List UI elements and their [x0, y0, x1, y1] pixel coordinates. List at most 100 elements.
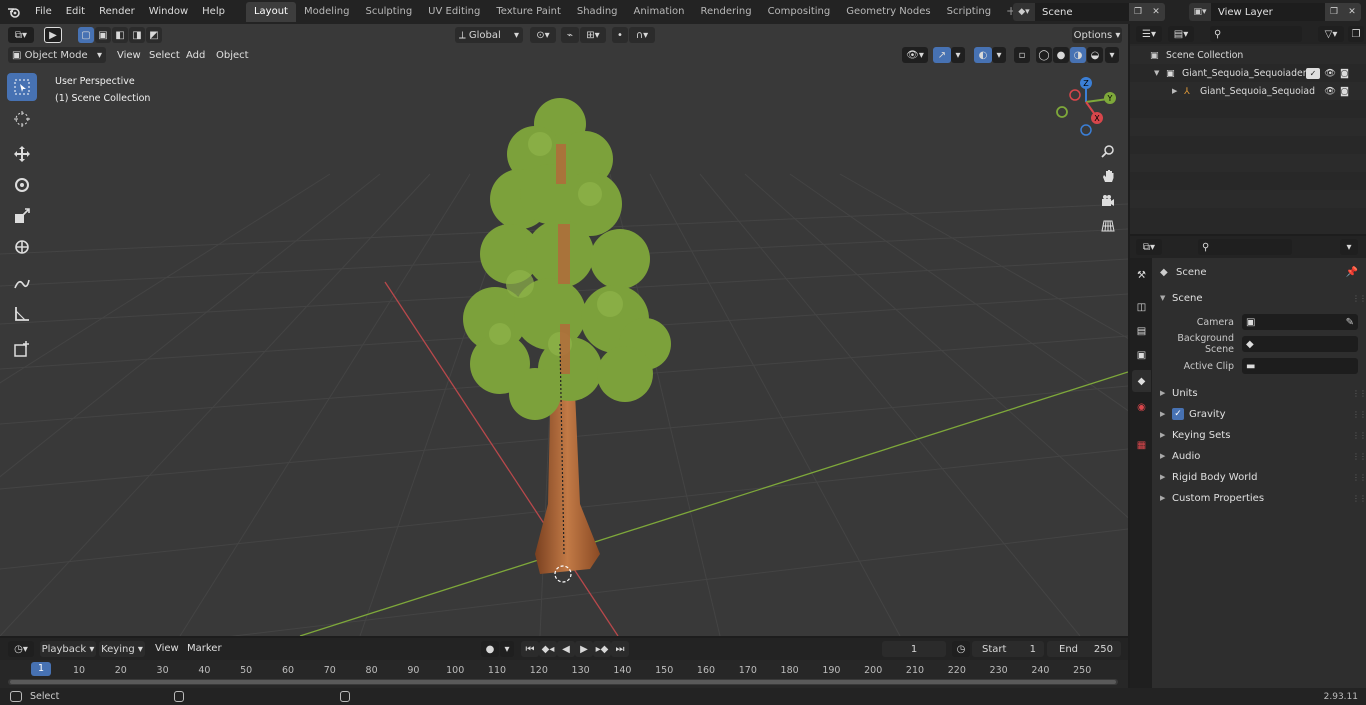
current-frame-indicator[interactable]: 1	[31, 662, 51, 676]
delete-scene-icon[interactable]: ✕	[1147, 3, 1165, 21]
current-frame-field[interactable]: 1	[882, 641, 946, 657]
expand-arrow-icon[interactable]: ▼	[1154, 69, 1166, 77]
camera-view-icon[interactable]	[1097, 190, 1119, 212]
tab-modeling[interactable]: Modeling	[296, 2, 358, 22]
overlay-toggle-icon[interactable]: ◐	[974, 47, 992, 63]
menu-object[interactable]: Object	[209, 50, 256, 61]
prev-keyframe-icon[interactable]: ◆◂	[539, 641, 557, 657]
eye-icon[interactable]: 👁	[1324, 68, 1340, 79]
menu-help[interactable]: Help	[195, 0, 232, 24]
playback-menu[interactable]: Playback ▾	[40, 641, 96, 657]
tool-tab-icon[interactable]: ⚒	[1132, 264, 1151, 286]
drag-grip-icon[interactable]: ⋮⋮⋮	[1352, 389, 1366, 398]
material-shading-icon[interactable]: ◑	[1070, 47, 1086, 63]
scene-panel-header[interactable]: ▼ Scene ⋮⋮⋮	[1152, 288, 1366, 308]
keying-menu[interactable]: Keying ▾	[99, 641, 145, 657]
scrollbar-thumb[interactable]	[10, 680, 1116, 684]
display-mode-icon[interactable]: ▤▾	[1168, 26, 1194, 42]
drag-grip-icon[interactable]: ⋮⋮⋮	[1352, 452, 1366, 461]
view-layer-tab-icon[interactable]: ▣	[1132, 344, 1151, 366]
menu-edit[interactable]: Edit	[59, 0, 92, 24]
move-tool-icon[interactable]	[7, 140, 37, 168]
tab-texture-paint[interactable]: Texture Paint	[488, 2, 569, 22]
eye-icon[interactable]: 👁	[1324, 86, 1340, 97]
timeline-scrollbar[interactable]	[8, 679, 1118, 685]
units-panel-header[interactable]: ▶ Units ⋮⋮⋮	[1152, 383, 1366, 403]
select-tool-icon[interactable]: ▶	[44, 27, 62, 43]
select-mode-subtract-icon[interactable]: ◧	[112, 27, 128, 43]
tab-compositing[interactable]: Compositing	[760, 2, 839, 22]
custom-properties-panel-header[interactable]: ▶ Custom Properties ⋮⋮⋮	[1152, 488, 1366, 508]
new-collection-icon[interactable]: ❐	[1348, 26, 1364, 42]
camera-field[interactable]: ▣ ✎	[1242, 314, 1358, 330]
proportional-edit-icon[interactable]: •	[612, 27, 628, 43]
menu-add[interactable]: Add	[179, 50, 212, 61]
gravity-panel-header[interactable]: ▶ ✓ Gravity ⋮⋮⋮	[1152, 404, 1366, 424]
tab-rendering[interactable]: Rendering	[692, 2, 759, 22]
background-scene-field[interactable]: ◆	[1242, 336, 1358, 352]
timeline-editor-type-icon[interactable]: ◷▾	[8, 641, 34, 657]
start-frame-field[interactable]: Start 1	[972, 641, 1044, 657]
scene-tab-icon[interactable]: ◆	[1132, 370, 1151, 392]
measure-tool-icon[interactable]	[7, 300, 37, 328]
proportional-falloff-icon[interactable]: ∩▾	[629, 27, 655, 43]
jump-end-icon[interactable]: ⏭	[611, 641, 629, 657]
gravity-checkbox[interactable]: ✓	[1172, 408, 1184, 420]
texture-tab-icon[interactable]: ▦	[1132, 434, 1151, 456]
drag-grip-icon[interactable]: ⋮⋮⋮	[1352, 294, 1366, 303]
perspective-toggle-icon[interactable]	[1097, 215, 1119, 237]
rigid-body-world-panel-header[interactable]: ▶ Rigid Body World ⋮⋮⋮	[1152, 467, 1366, 487]
eyedropper-icon[interactable]: ✎	[1346, 317, 1354, 328]
rendered-shading-icon[interactable]: ◒	[1087, 47, 1103, 63]
tab-animation[interactable]: Animation	[626, 2, 693, 22]
properties-search-input[interactable]: ⚲	[1198, 239, 1292, 255]
select-box-tool-icon[interactable]	[7, 73, 37, 101]
output-tab-icon[interactable]: ▤	[1132, 320, 1151, 342]
mode-dropdown[interactable]: ▣ Object Mode ▾	[8, 47, 106, 63]
outliner-editor-type-icon[interactable]: ☰▾	[1136, 26, 1162, 42]
scale-tool-icon[interactable]	[7, 202, 37, 230]
timeline-marker-menu[interactable]: Marker	[180, 643, 229, 654]
keying-sets-panel-header[interactable]: ▶ Keying Sets ⋮⋮⋮	[1152, 425, 1366, 445]
delete-view-layer-icon[interactable]: ✕	[1343, 3, 1361, 21]
visibility-icon[interactable]: 👁▾	[902, 47, 928, 63]
new-view-layer-icon[interactable]: ❐	[1325, 3, 1343, 21]
xray-toggle-icon[interactable]: ▫	[1014, 47, 1030, 63]
next-keyframe-icon[interactable]: ▸◆	[593, 641, 611, 657]
outliner-row-object[interactable]: ▶ ⅄ Giant_Sequoia_Sequoiad 👁 ◙	[1130, 82, 1366, 100]
auto-keying-icon[interactable]: ●	[481, 641, 499, 657]
tab-geometry-nodes[interactable]: Geometry Nodes	[838, 2, 938, 22]
transform-tool-icon[interactable]	[7, 233, 37, 261]
wireframe-shading-icon[interactable]: ◯	[1036, 47, 1052, 63]
drag-grip-icon[interactable]: ⋮⋮⋮	[1352, 494, 1366, 503]
pan-hand-icon[interactable]	[1097, 165, 1119, 187]
transform-orientation-dropdown[interactable]: ⟂ Global ▾	[455, 27, 523, 43]
zoom-icon[interactable]	[1097, 140, 1119, 162]
annotate-tool-icon[interactable]	[7, 269, 37, 297]
menu-file[interactable]: File	[28, 0, 59, 24]
camera-render-icon[interactable]: ◙	[1340, 86, 1354, 97]
gizmo-dropdown-icon[interactable]: ▾	[951, 47, 965, 63]
shading-dropdown-icon[interactable]: ▾	[1105, 47, 1119, 63]
giant-sequoia-model[interactable]	[440, 84, 690, 594]
preview-range-icon[interactable]: ◷	[952, 641, 970, 657]
view-layer-name[interactable]: View Layer	[1211, 7, 1325, 18]
scene-name[interactable]: Scene	[1035, 7, 1129, 18]
drag-grip-icon[interactable]: ⋮⋮⋮	[1352, 473, 1366, 482]
render-tab-icon[interactable]: ◫	[1132, 296, 1151, 318]
gizmo-toggle-icon[interactable]: ↗	[933, 47, 951, 63]
play-reverse-icon[interactable]: ◀	[557, 641, 575, 657]
frame-ruler[interactable]: 1 10 20 30 40 50 60 70 80 90 100 110 120 130 140 150 160…	[0, 660, 1128, 678]
properties-options-icon[interactable]: ▾	[1340, 239, 1358, 255]
outliner-search-input[interactable]: ⚲	[1210, 26, 1302, 42]
add-cube-tool-icon[interactable]	[7, 335, 37, 363]
solid-shading-icon[interactable]: ●	[1053, 47, 1069, 63]
pin-icon[interactable]: 📌	[1346, 267, 1358, 278]
view-layer-selector[interactable]: ▣▾ View Layer ❐ ✕	[1189, 3, 1361, 21]
tab-scripting[interactable]: Scripting	[939, 2, 999, 22]
play-icon[interactable]: ▶	[575, 641, 593, 657]
keying-dropdown-icon[interactable]: ▾	[500, 641, 514, 657]
overlay-dropdown-icon[interactable]: ▾	[992, 47, 1006, 63]
cursor-tool-icon[interactable]	[7, 105, 37, 133]
tab-sculpting[interactable]: Sculpting	[357, 2, 420, 22]
